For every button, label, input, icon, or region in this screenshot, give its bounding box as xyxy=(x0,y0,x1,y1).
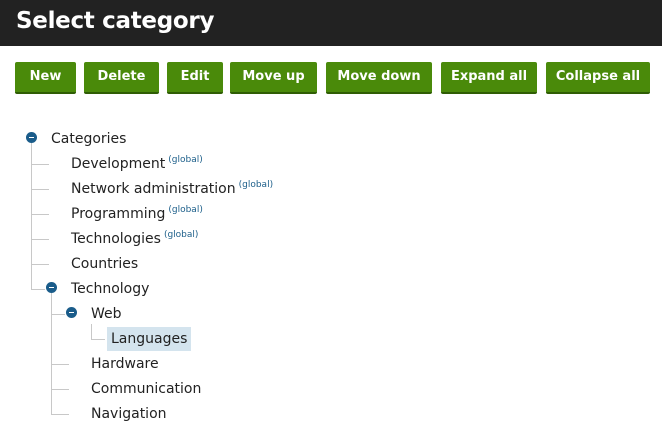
tree-connector xyxy=(51,389,69,390)
tree-node-label: Development xyxy=(71,156,166,172)
tree-node-label: Network administration xyxy=(71,181,236,197)
tree-connector xyxy=(91,339,105,340)
tree-node-label: Hardware xyxy=(91,356,159,372)
tree-node-countries[interactable]: Countries xyxy=(71,254,138,274)
collapse-web-icon[interactable] xyxy=(66,307,77,318)
tree-connector xyxy=(31,264,49,265)
tree-node-label: Languages xyxy=(111,331,188,347)
collapse-technology-icon[interactable] xyxy=(46,282,57,293)
tree-node-programming[interactable]: Programming (global) xyxy=(71,204,203,224)
tree-node-categories[interactable]: Categories xyxy=(51,129,126,149)
tree-connector xyxy=(31,143,32,290)
tree-node-technology[interactable]: Technology xyxy=(71,279,149,299)
tree-node-development[interactable]: Development (global) xyxy=(71,154,203,174)
tree-node-label: Technologies xyxy=(71,231,161,247)
tree-node-label: Technology xyxy=(71,281,150,297)
tree-connector xyxy=(31,214,49,215)
tree-connector xyxy=(51,414,69,415)
tree-node-label: Categories xyxy=(51,131,127,147)
tree-node-navigation[interactable]: Navigation xyxy=(91,404,167,424)
tree-node-communication[interactable]: Communication xyxy=(91,379,201,399)
collapse-categories-icon[interactable] xyxy=(26,132,37,143)
category-tree: Categories Development (global) Network a… xyxy=(0,0,662,448)
global-tag: (global) xyxy=(238,180,274,190)
tree-connector xyxy=(31,164,49,165)
tree-connector xyxy=(51,293,52,415)
tree-connector xyxy=(51,364,69,365)
tree-node-web[interactable]: Web xyxy=(91,304,122,324)
tree-connector xyxy=(51,314,65,315)
tree-connector xyxy=(91,324,92,339)
global-tag: (global) xyxy=(168,205,203,215)
global-tag: (global) xyxy=(168,155,203,165)
tree-connector xyxy=(31,239,49,240)
tree-node-label: Navigation xyxy=(91,406,167,422)
tree-node-label: Countries xyxy=(71,256,139,272)
tree-node-network-administration[interactable]: Network administration (global) xyxy=(71,179,273,199)
tree-node-technologies[interactable]: Technologies (global) xyxy=(71,229,198,249)
tree-node-label: Communication xyxy=(91,381,202,397)
tree-node-label: Programming xyxy=(71,206,166,222)
global-tag: (global) xyxy=(163,230,199,240)
tree-connector xyxy=(31,289,45,290)
tree-connector xyxy=(31,189,49,190)
tree-node-label: Web xyxy=(91,306,122,322)
tree-node-languages[interactable]: Languages xyxy=(107,327,192,351)
tree-node-hardware[interactable]: Hardware xyxy=(91,354,159,374)
